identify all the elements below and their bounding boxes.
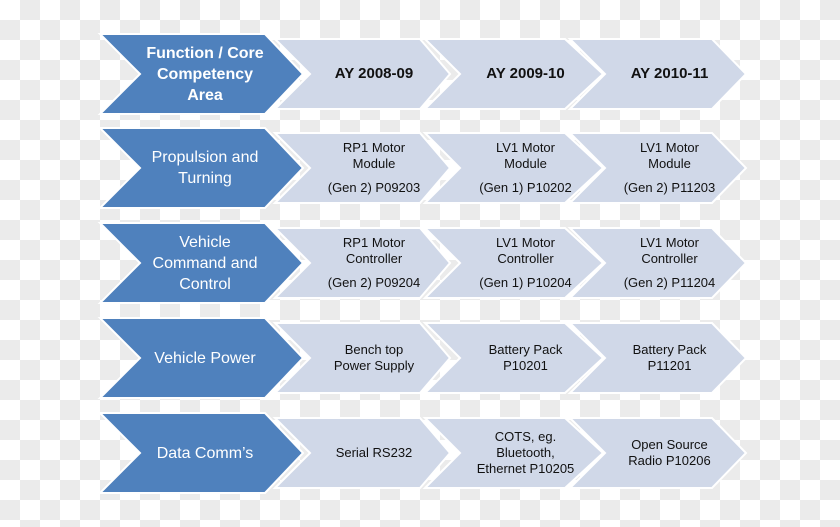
cell-propulsion-and-turning-1: RP1 Motor Module (Gen 2) P09203 [308, 133, 440, 203]
row-header-header-line: Competency [156, 65, 254, 83]
cell-propulsion-and-turning-3: LV1 Motor Module (Gen 2) P11203 [603, 133, 736, 203]
row-header-propulsion-and-turning-line: Propulsion and [151, 149, 259, 166]
cell-propulsion-and-turning-1-part-number: (Gen 2) P09203 [327, 180, 421, 195]
cell-propulsion-and-turning-3-line: Module [648, 156, 691, 171]
cell-vehicle-power-3-line: P11201 [647, 358, 692, 373]
cell-data-comms-1: Serial RS232 [308, 418, 440, 488]
row-header-vehicle-power-line: Vehicle Power [154, 349, 256, 367]
cell-vehicle-power-2-line: P10201 [503, 358, 548, 373]
cell-propulsion-and-turning-2-part-number: (Gen 1) P10202 [479, 180, 572, 195]
row-header-vehicle-power: Vehicle Power [135, 318, 275, 398]
cell-header-2-line: AY 2009-10 [486, 65, 565, 82]
cell-vehicle-command-and-control-2-part-number: (Gen 1) P10204 [479, 275, 572, 290]
cell-propulsion-and-turning-3-part-number: (Gen 2) P11203 [623, 180, 716, 195]
cell-vehicle-power-1: Bench top Power Supply [308, 323, 440, 393]
row-header-vehicle-command-and-control: Vehicle Command and Control [135, 223, 275, 303]
row-header-vehicle-command-and-control-line: Command and [152, 254, 258, 272]
row-header-data-comms: Data Comm’s [135, 413, 275, 493]
cell-data-comms-2-line: Bluetooth, [496, 445, 555, 460]
row-header-header-line: Function / Core [146, 44, 264, 62]
cell-vehicle-command-and-control-3-line: LV1 Motor [639, 235, 699, 250]
cell-vehicle-command-and-control-1: RP1 Motor Controller (Gen 2) P09204 [308, 228, 440, 298]
row-header-propulsion-and-turning: Propulsion and Turning [135, 128, 275, 208]
cell-vehicle-command-and-control-2: LV1 Motor Controller (Gen 1) P10204 [458, 228, 593, 298]
cell-propulsion-and-turning-2-line: Module [504, 156, 547, 171]
cell-vehicle-command-and-control-3: LV1 Motor Controller (Gen 2) P11204 [603, 228, 736, 298]
row-header-header-line: Area [187, 86, 223, 104]
cell-vehicle-command-and-control-3-line: Controller [641, 251, 698, 266]
cell-vehicle-power-2: Battery Pack P10201 [458, 323, 593, 393]
cell-vehicle-command-and-control-2-line: LV1 Motor [495, 235, 555, 250]
cell-data-comms-3: Open Source Radio P10206 [603, 418, 736, 488]
cell-propulsion-and-turning-2-line: LV1 Motor [495, 140, 555, 155]
cell-vehicle-power-1-line: Bench top [344, 342, 404, 357]
cell-vehicle-command-and-control-1-part-number: (Gen 2) P09204 [327, 275, 421, 290]
cell-vehicle-power-3-line: Battery Pack [632, 342, 707, 357]
cell-data-comms-2: COTS, eg. Bluetooth, Ethernet P10205 [458, 418, 593, 488]
cell-vehicle-command-and-control-2-line: Controller [497, 251, 554, 266]
cell-propulsion-and-turning-2: LV1 Motor Module (Gen 1) P10202 [458, 133, 593, 203]
cell-data-comms-3-line: Open Source [631, 437, 708, 452]
cell-vehicle-command-and-control-3-part-number: (Gen 2) P11204 [623, 275, 716, 290]
cell-propulsion-and-turning-3-line: LV1 Motor [639, 140, 699, 155]
cell-vehicle-power-3: Battery Pack P11201 [603, 323, 736, 393]
cell-vehicle-power-2-line: Battery Pack [488, 342, 563, 357]
cell-header-3: AY 2010-11 [603, 39, 736, 109]
row-header-header: Function / Core Competency Area [135, 34, 275, 114]
cell-propulsion-and-turning-1-line: RP1 Motor [342, 140, 406, 155]
cell-propulsion-and-turning-1-line: Module [352, 156, 396, 171]
row-header-vehicle-command-and-control-line: Control [179, 275, 231, 293]
row-header-data-comms-line: Data Comm’s [156, 444, 254, 462]
cell-header-1: AY 2008-09 [308, 39, 440, 109]
cell-data-comms-2-line: COTS, eg. [494, 429, 557, 444]
cell-header-1-line: AY 2008-09 [334, 65, 414, 82]
cell-data-comms-2-line: Ethernet P10205 [476, 461, 575, 476]
cell-header-3-line: AY 2010-11 [630, 65, 709, 82]
cell-header-2: AY 2009-10 [458, 39, 593, 109]
cell-vehicle-command-and-control-1-line: Controller [345, 251, 403, 266]
row-header-vehicle-command-and-control-line: Vehicle [179, 233, 231, 251]
cell-vehicle-power-1-line: Power Supply [333, 358, 415, 373]
row-header-propulsion-and-turning-line: Turning [178, 170, 232, 187]
cell-data-comms-3-line: Radio P10206 [628, 453, 711, 468]
cell-data-comms-1-line: Serial RS232 [335, 445, 413, 460]
cell-vehicle-command-and-control-1-line: RP1 Motor [342, 235, 406, 250]
